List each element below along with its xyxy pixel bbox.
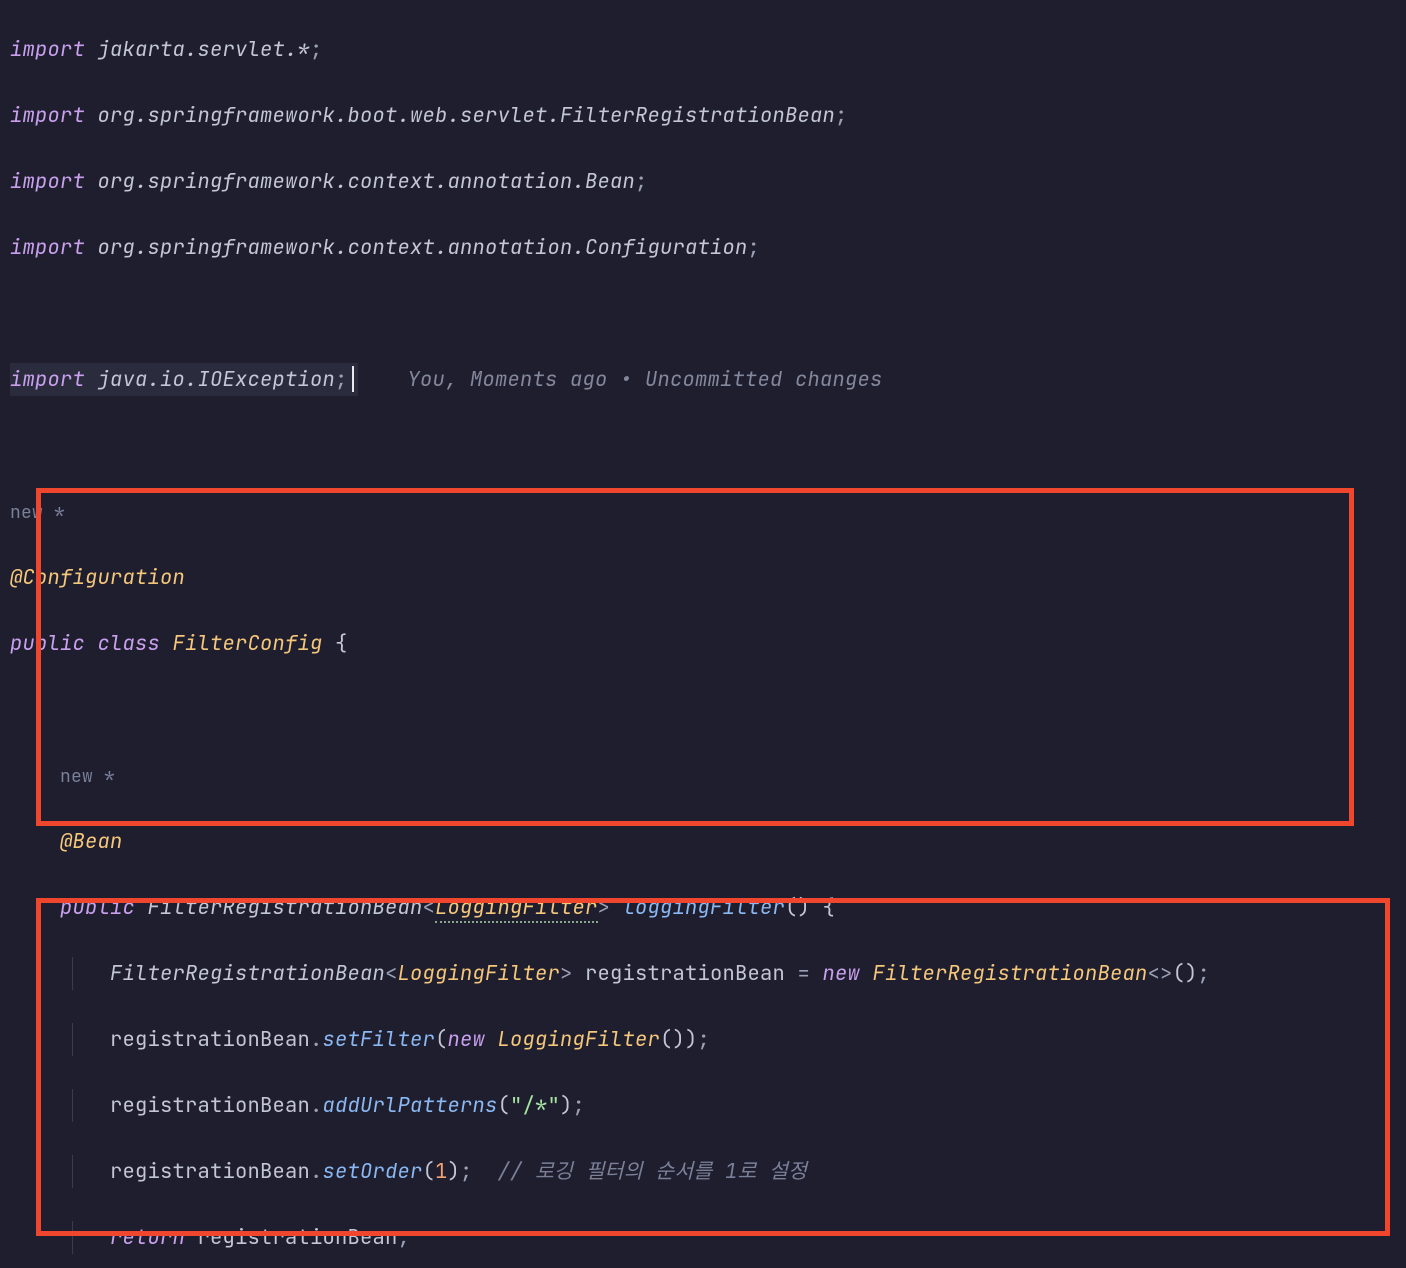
semicolon: ; [635,168,648,195]
type-loggingfilter: LoggingFilter [398,960,561,987]
call-setfilter: setFilter [323,1026,436,1053]
parens: () [1173,960,1198,987]
paren-open: ( [423,1158,436,1185]
semicolon: ; [573,1092,586,1119]
diamond: <> [1148,960,1173,987]
text-caret [352,366,354,392]
keyword-new: new [448,1026,486,1053]
parens: () [785,894,810,921]
code-line[interactable]: @Bean [10,825,1406,858]
angle-open: < [385,960,398,987]
keyword-public: public [10,630,85,657]
var-registrationbean: registrationBean [110,1092,310,1119]
brace-open: { [823,894,836,921]
type-frb: FilterRegistrationBean [873,960,1148,987]
paren-open: ( [435,1026,448,1053]
line-comment: // 로깅 필터의 순서를 1로 설정 [498,1158,808,1185]
blank-line[interactable] [10,429,1406,462]
semicolon: ; [460,1158,473,1185]
inlay-new: new * [60,765,115,788]
keyword-public: public [60,894,135,921]
assign-op: = [785,960,823,987]
semicolon: ; [748,234,761,261]
code-line[interactable]: public class FilterConfig { [10,627,1406,660]
keyword-import: import [10,234,85,261]
code-line[interactable]: import org.springframework.context.annot… [10,231,1406,264]
code-line[interactable]: import org.springframework.boot.web.serv… [10,99,1406,132]
dot: . [310,1158,323,1185]
code-line[interactable]: FilterRegistrationBean<LoggingFilter> re… [10,957,1406,990]
blank-line[interactable] [10,693,1406,726]
angle-close: > [598,894,611,921]
code-line[interactable]: registrationBean.setOrder(1); // 로깅 필터의 … [10,1155,1406,1188]
import-package: java.io.IOException [98,366,336,393]
dot: . [310,1092,323,1119]
code-line[interactable]: registrationBean.setFilter(new LoggingFi… [10,1023,1406,1056]
import-package: jakarta.servlet.* [98,36,311,63]
paren-close: ) [685,1026,698,1053]
class-name: FilterConfig [173,630,323,657]
keyword-import: import [10,36,85,63]
semicolon: ; [1198,960,1211,987]
semicolon: ; [698,1026,711,1053]
semicolon: ; [398,1224,411,1251]
call-addurlpatterns: addUrlPatterns [323,1092,498,1119]
editor-viewport[interactable]: import jakarta.servlet.*; import org.spr… [0,0,1406,1268]
dot: . [310,1026,323,1053]
semicolon: ; [335,366,348,393]
code-line[interactable]: import jakarta.servlet.*; [10,33,1406,66]
vcs-inline-hint: You, Moments ago • Uncommitted changes [408,366,883,393]
type-loggingfilter: LoggingFilter [498,1026,661,1053]
semicolon: ; [835,102,848,129]
type-loggingfilter: LoggingFilter [435,894,598,923]
var-registrationbean: registrationBean [110,1026,310,1053]
var-registrationbean: registrationBean [198,1224,398,1251]
angle-close: > [560,960,573,987]
var-registrationbean: registrationBean [110,1158,310,1185]
method-name: loggingFilter [623,894,786,921]
parens: () [660,1026,685,1053]
inlay-new: new * [10,501,65,524]
code-line[interactable]: @Configuration [10,561,1406,594]
code-line[interactable]: import org.springframework.context.annot… [10,165,1406,198]
inlay-hint-line: new * [10,495,1406,528]
semicolon: ; [310,36,323,63]
string-literal: "/*" [510,1092,560,1119]
var-registrationbean: registrationBean [585,960,785,987]
keyword-import: import [10,168,85,195]
import-package: org.springframework.context.annotation.B… [98,168,636,195]
type-frb: FilterRegistrationBean [148,894,423,921]
import-package: org.springframework.boot.web.servlet.Fil… [98,102,836,129]
import-package: org.springframework.context.annotation.C… [98,234,748,261]
paren-close: ) [560,1092,573,1119]
blank-line[interactable] [10,297,1406,330]
keyword-new: new [823,960,861,987]
paren-close: ) [448,1158,461,1185]
code-line[interactable]: public FilterRegistrationBean<LoggingFil… [10,891,1406,924]
paren-open: ( [498,1092,511,1119]
inlay-hint-line: new * [10,759,1406,792]
keyword-import: import [10,102,85,129]
code-editor[interactable]: import jakarta.servlet.*; import org.spr… [0,0,1406,1268]
annotation-bean: @Bean [60,828,123,855]
angle-open: < [423,894,436,921]
code-line-active[interactable]: import java.io.IOException; You, Moments… [10,363,1406,396]
code-line[interactable]: registrationBean.addUrlPatterns("/*"); [10,1089,1406,1122]
keyword-import: import [10,366,85,393]
keyword-return: return [110,1224,185,1251]
call-setorder: setOrder [323,1158,423,1185]
number-literal: 1 [435,1158,448,1185]
code-line[interactable]: return registrationBean; [10,1221,1406,1254]
annotation-configuration: @Configuration [10,564,185,591]
brace-open: { [335,630,348,657]
type-frb: FilterRegistrationBean [110,960,385,987]
keyword-class: class [98,630,161,657]
